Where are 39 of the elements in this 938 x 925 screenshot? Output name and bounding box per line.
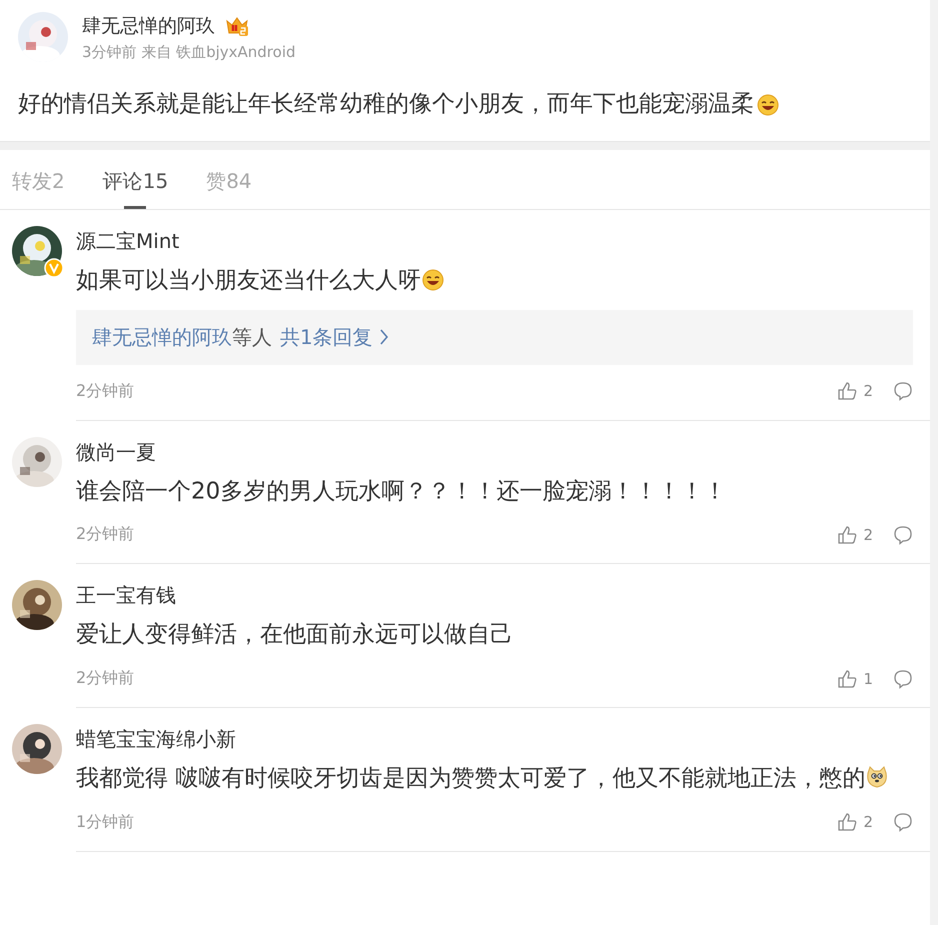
comment-text: 如果可以当小朋友还当什么大人呀 — [76, 268, 421, 294]
post-text: 好的情侣关系就是能让年长经常幼稚的像个小朋友，而年下也能宠溺温柔 — [18, 90, 754, 119]
thumbs-up-icon — [837, 812, 858, 832]
tab[interactable]: 赞84 — [206, 164, 252, 209]
comment-icon[interactable] — [893, 668, 913, 689]
comment-icon[interactable] — [893, 381, 913, 402]
comment-text: 谁会陪一个20多岁的男人玩水啊？？！！还一脸宠溺！！！！！ — [76, 478, 726, 504]
reply-suffix: 等人 — [232, 324, 272, 351]
tab[interactable]: 评论15 — [102, 164, 168, 209]
like-count: 1 — [863, 670, 873, 688]
chevron-right-icon — [378, 328, 389, 346]
reply-user-link[interactable]: 肆无忌惮的阿玖 — [92, 324, 232, 351]
comment-time: 2分钟前 — [76, 668, 134, 690]
like-button[interactable]: 2 — [837, 524, 873, 545]
tab[interactable]: 转发2 — [12, 164, 65, 209]
thumbs-up-icon — [837, 524, 858, 545]
like-button[interactable]: 1 — [837, 668, 873, 689]
comment-time: 2分钟前 — [76, 380, 134, 402]
commenter-name[interactable]: 王一宝有钱 — [76, 580, 913, 610]
commenter-name[interactable]: 蜡笔宝宝海绵小新 — [76, 724, 913, 754]
like-button[interactable]: 2 — [837, 381, 873, 402]
comment-time: 2分钟前 — [76, 524, 134, 546]
like-button[interactable]: 2 — [837, 812, 873, 832]
thumbs-up-icon — [837, 381, 858, 402]
like-count: 2 — [863, 382, 873, 400]
comment-text: 爱让人变得鲜活，在他面前永远可以做自己 — [76, 622, 513, 648]
reply-count-link[interactable]: 共1条回复 — [280, 324, 373, 351]
comment-text: 我都觉得 啵啵有时候咬牙切齿是因为赞赞太可爱了，他又不能就地正法，憋的 — [76, 766, 866, 792]
commenter-name[interactable]: 源二宝Mint — [76, 226, 913, 255]
like-count: 2 — [863, 813, 873, 832]
like-count: 2 — [863, 526, 873, 544]
comment-icon[interactable] — [893, 812, 913, 832]
author-name[interactable]: 肆无忌惮的阿玖 — [82, 12, 215, 38]
replies-panel[interactable]: 肆无忌惮的阿玖等人 共1条回复 — [76, 310, 913, 365]
post-meta: 3分钟前 来自 铁血bjyxAndroid — [82, 42, 296, 62]
comment-time: 1分钟前 — [76, 812, 134, 833]
thumbs-up-icon — [837, 668, 858, 689]
comment-icon[interactable] — [893, 524, 913, 545]
commenter-name[interactable]: 微尚一夏 — [76, 436, 913, 466]
